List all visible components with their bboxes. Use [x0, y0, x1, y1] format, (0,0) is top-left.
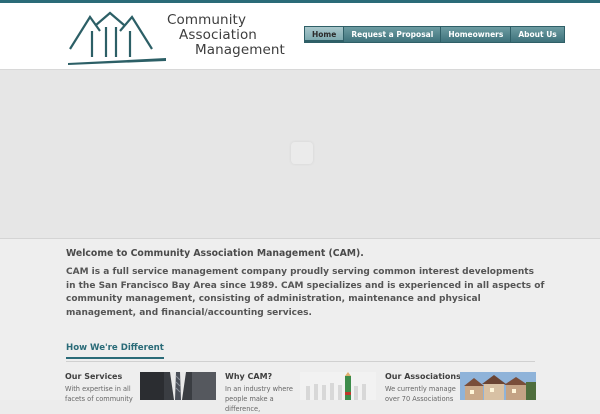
- site-header: Community Association Management Home Re…: [0, 3, 600, 70]
- main-nav: Home Request a Proposal Homeowners About…: [304, 26, 565, 43]
- nav-homeowners[interactable]: Homeowners: [441, 27, 512, 42]
- nav-home[interactable]: Home: [305, 27, 345, 42]
- section-divider: [66, 361, 535, 362]
- hero-slider: [0, 70, 600, 239]
- logo-line-community: Community: [167, 12, 247, 28]
- nav-about-us[interactable]: About Us: [511, 27, 563, 42]
- houses-logo-icon: [68, 11, 166, 65]
- services-thumbnail[interactable]: [140, 372, 216, 400]
- welcome-title: Welcome to Community Association Managem…: [66, 248, 364, 259]
- site-logo[interactable]: Community Association Management: [66, 11, 288, 67]
- main-content: Welcome to Community Association Managem…: [0, 239, 600, 413]
- welcome-body: CAM is a full service management company…: [66, 267, 545, 319]
- associations-thumbnail[interactable]: [460, 372, 536, 400]
- businessman-suit-image-icon: [140, 372, 216, 400]
- loading-spinner-icon: [291, 142, 313, 164]
- column-text: In an industry where people make a diffe…: [225, 385, 293, 413]
- pencils-image-icon: [300, 372, 376, 400]
- column-title[interactable]: Our Associations: [385, 372, 465, 381]
- column-text: We currently manage over 70 Associations: [385, 385, 456, 403]
- column-text: With expertise in all facets of communit…: [65, 385, 133, 403]
- why-cam-thumbnail[interactable]: [300, 372, 376, 400]
- townhouses-image-icon: [460, 372, 536, 400]
- column-why-cam: Why CAM? In an industry where people mak…: [225, 372, 305, 414]
- column-title[interactable]: Our Services: [65, 372, 145, 381]
- column-title[interactable]: Why CAM?: [225, 372, 305, 381]
- nav-request-proposal[interactable]: Request a Proposal: [344, 27, 442, 42]
- column-our-associations: Our Associations We currently manage ove…: [385, 372, 465, 404]
- section-heading-different: How We're Different: [66, 343, 164, 359]
- logo-line-association: Association: [179, 27, 257, 43]
- column-our-services: Our Services With expertise in all facet…: [65, 372, 145, 404]
- logo-line-management: Management: [195, 42, 285, 58]
- logo-wordmark: Community Association Management: [167, 13, 285, 58]
